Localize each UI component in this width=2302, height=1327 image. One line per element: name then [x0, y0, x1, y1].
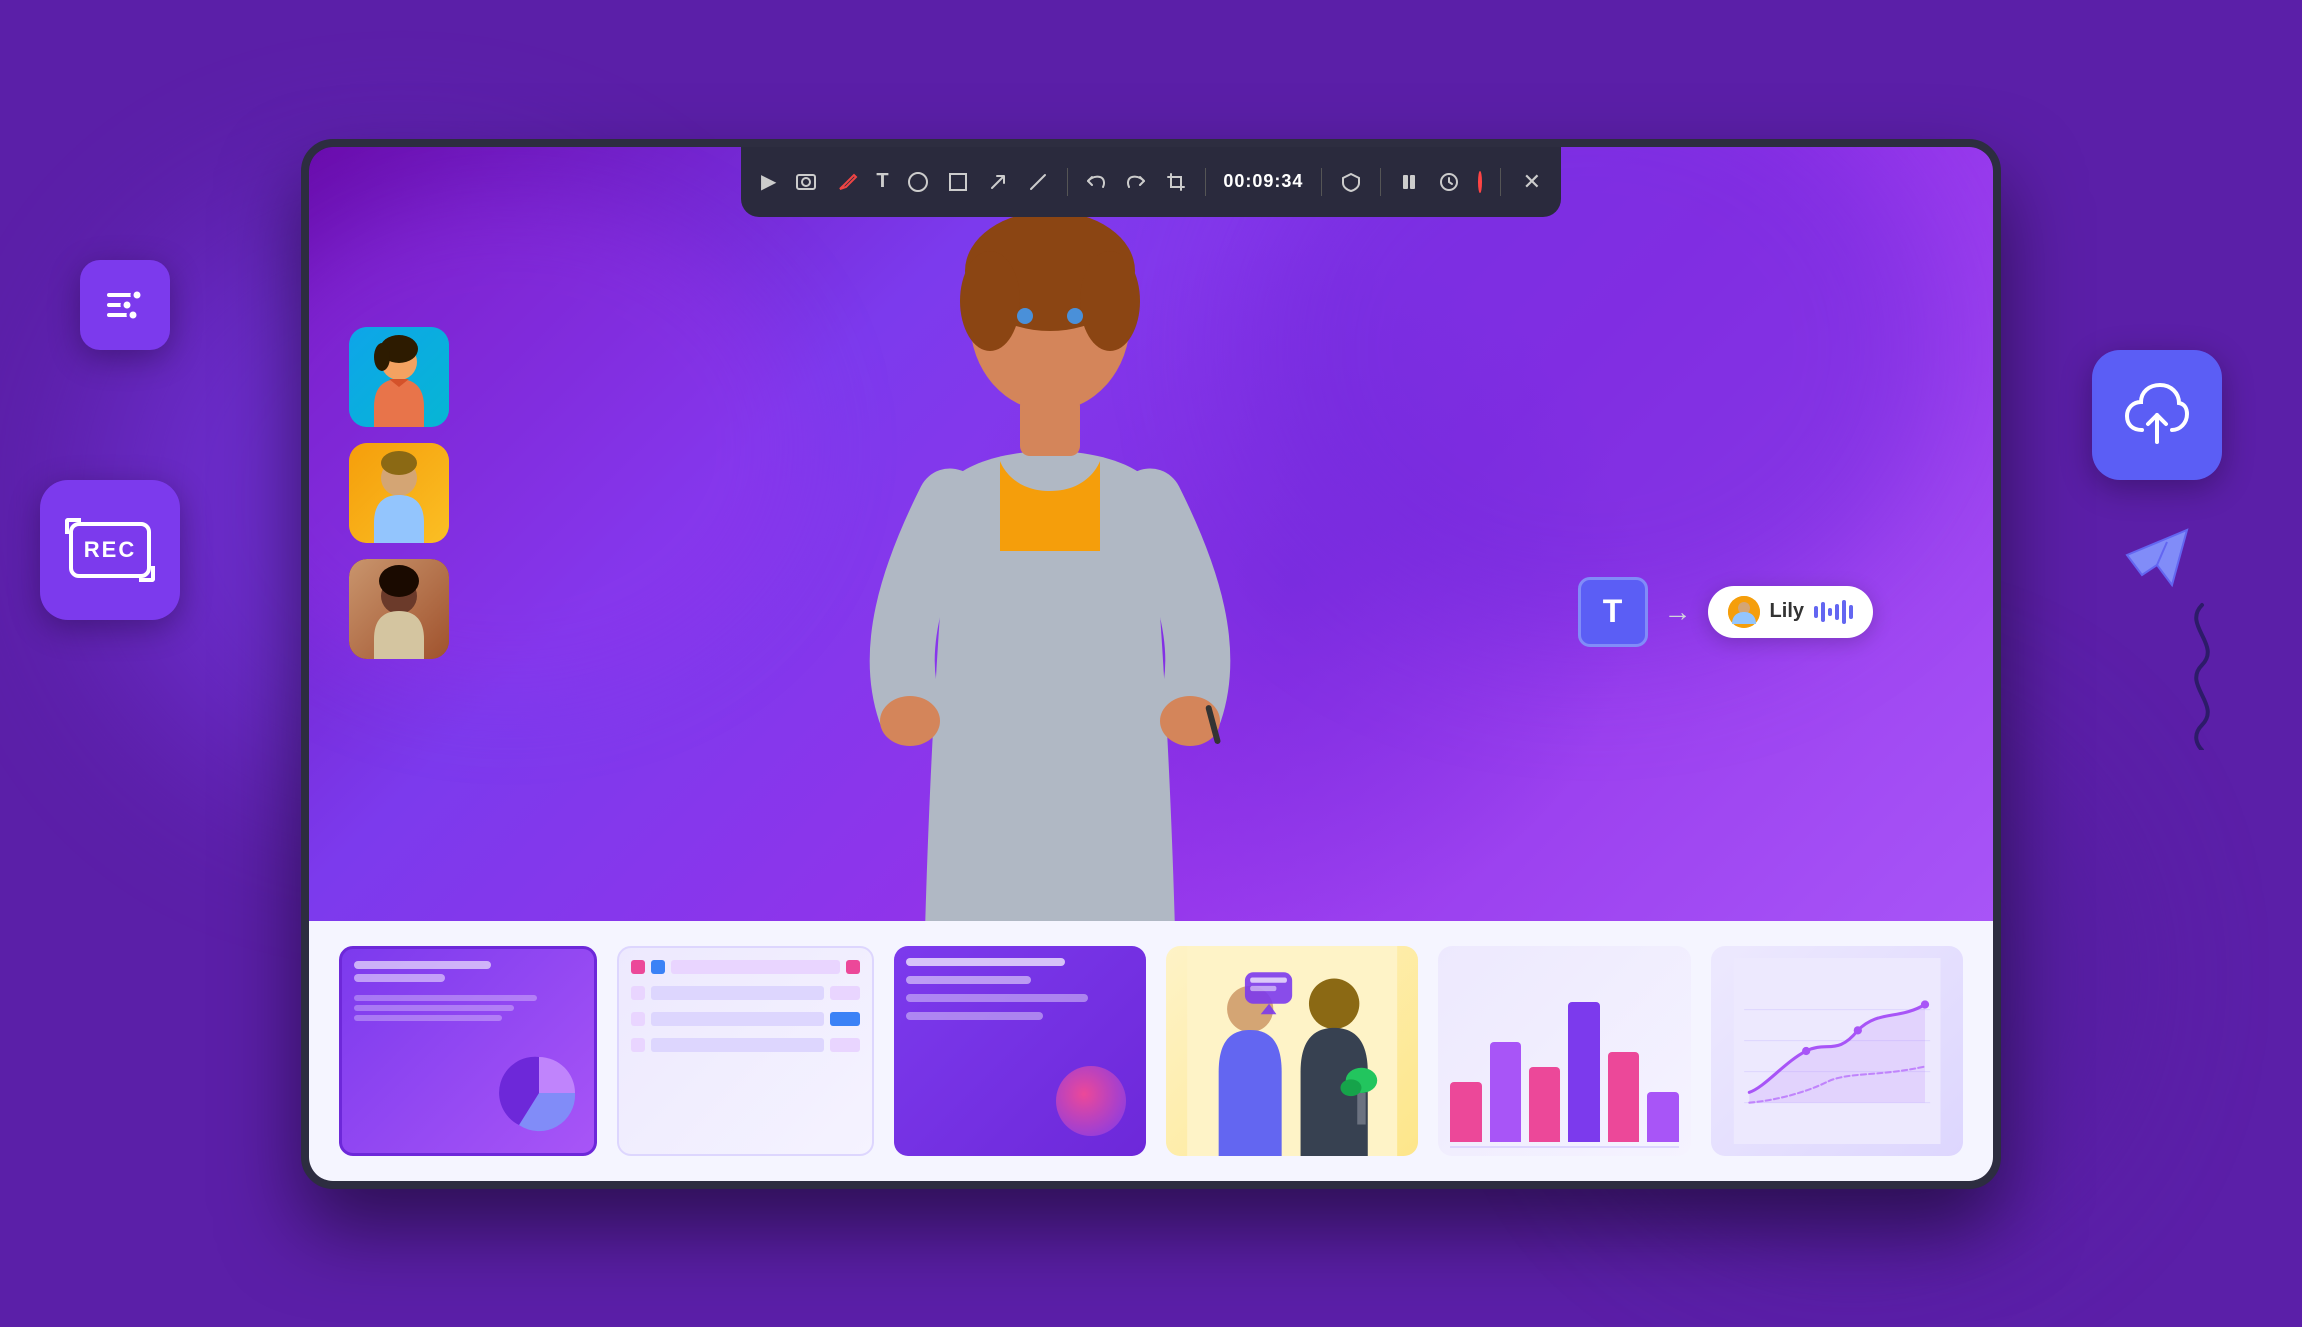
slide-5[interactable] — [1438, 946, 1690, 1156]
text-button[interactable]: T — [876, 167, 888, 197]
shield-button[interactable] — [1340, 167, 1362, 197]
circle-button[interactable] — [907, 167, 929, 197]
slide-4[interactable] — [1166, 946, 1418, 1156]
tts-name-box: Lily — [1708, 586, 1873, 638]
paper-plane-decoration — [2122, 520, 2192, 595]
upload-button[interactable] — [2092, 350, 2222, 480]
toolbar: ▶ T 00:09:34 — [741, 147, 1561, 217]
avatar-2[interactable] — [349, 443, 449, 543]
avatar-1[interactable] — [349, 327, 449, 427]
squiggle-decoration — [2152, 600, 2252, 755]
video-bg-blob-2 — [1243, 147, 1943, 647]
avatar-3[interactable] — [349, 559, 449, 659]
screenshot-button[interactable] — [794, 167, 818, 197]
slide-1[interactable] — [339, 946, 597, 1156]
line-button[interactable] — [1027, 167, 1049, 197]
record-indicator — [1478, 171, 1482, 193]
crop-button[interactable] — [1165, 167, 1187, 197]
avatar-list — [349, 327, 449, 659]
rec-label: REC — [84, 537, 136, 563]
slide-2[interactable] — [617, 946, 873, 1156]
tts-arrow: → — [1664, 596, 1692, 628]
tts-avatar — [1728, 596, 1760, 628]
upload-icon — [2122, 380, 2192, 450]
close-button[interactable]: ✕ — [1523, 167, 1541, 197]
main-monitor: ▶ T 00:09:34 — [301, 139, 2001, 1189]
square-button[interactable] — [947, 167, 969, 197]
settings-button[interactable] — [80, 260, 170, 350]
timer-display: 00:09:34 — [1223, 171, 1303, 192]
tts-wave — [1814, 600, 1853, 624]
pause-button[interactable] — [1398, 167, 1420, 197]
tts-indicator: T → Lily — [1578, 577, 1873, 647]
redo-button[interactable] — [1125, 167, 1147, 197]
pen-button[interactable] — [836, 167, 858, 197]
video-area: T → Lily — [309, 147, 1993, 931]
slide-panel — [309, 921, 1993, 1181]
play-button[interactable]: ▶ — [761, 167, 776, 197]
slide-6[interactable] — [1711, 946, 1963, 1156]
undo-button[interactable] — [1085, 167, 1107, 197]
clock-button[interactable] — [1438, 167, 1460, 197]
slide-3[interactable] — [894, 946, 1146, 1156]
settings-icon — [103, 283, 147, 327]
presenter-area — [810, 201, 1290, 931]
arrow-button[interactable] — [987, 167, 1009, 197]
rec-button[interactable]: REC — [40, 480, 180, 620]
tts-text-icon: T — [1578, 577, 1648, 647]
tts-name-label: Lily — [1770, 600, 1804, 623]
